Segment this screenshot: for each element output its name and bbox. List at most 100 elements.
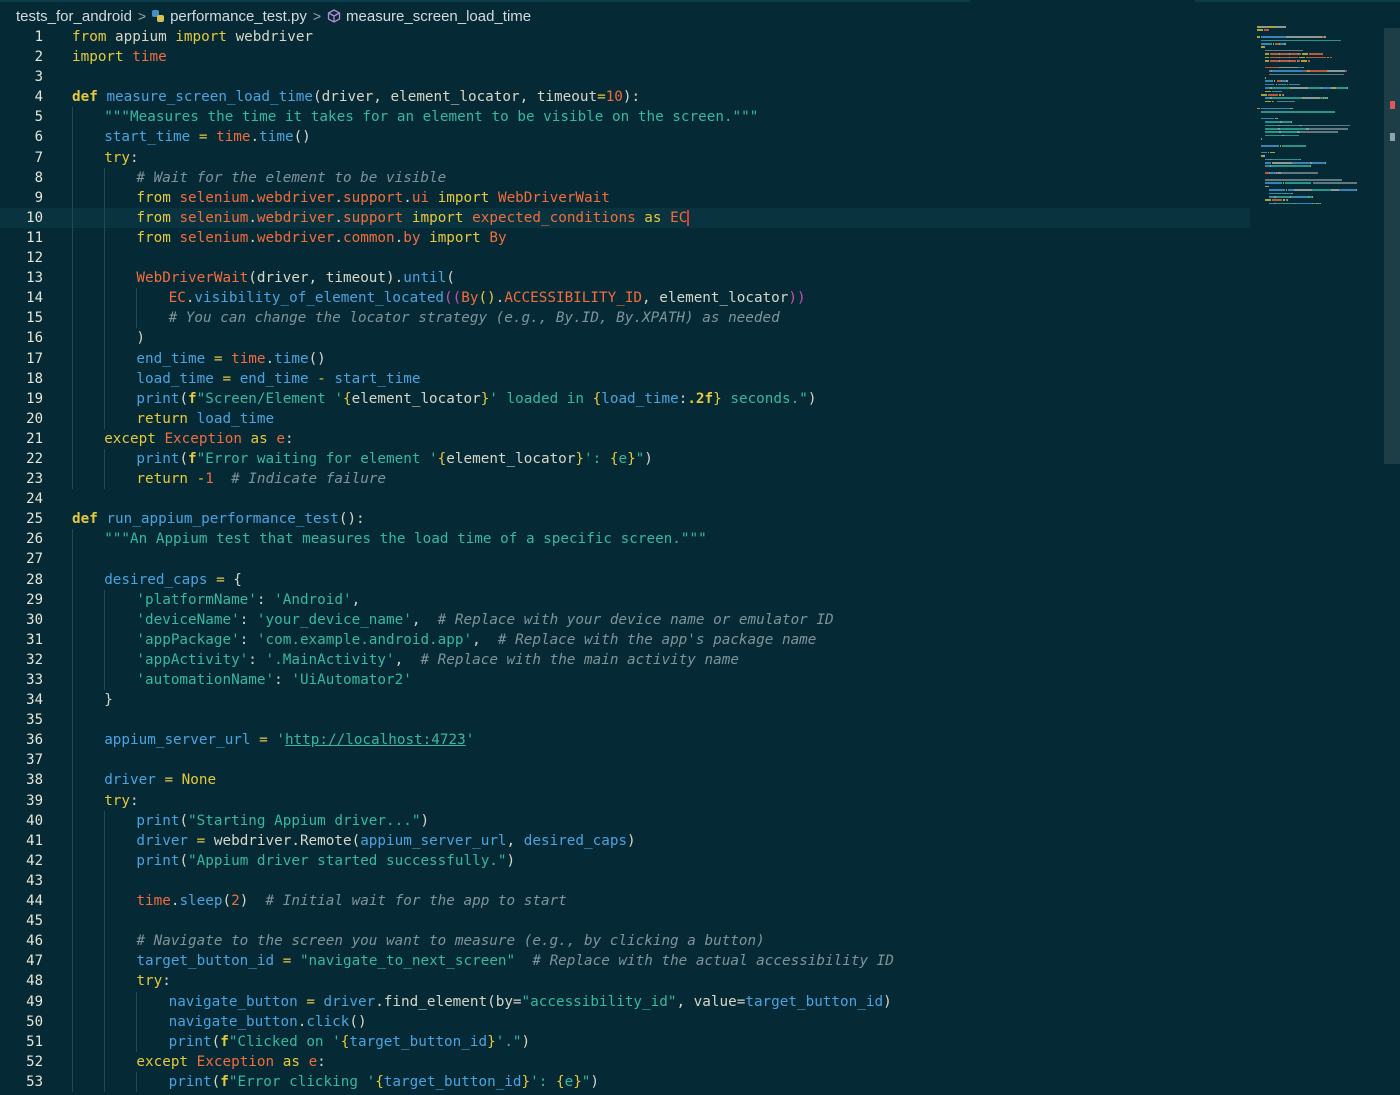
code-line[interactable]: 27 bbox=[0, 549, 1250, 570]
code-line[interactable]: 6 start_time = time.time() bbox=[0, 127, 1250, 148]
text-cursor: EC bbox=[670, 209, 690, 226]
code-line[interactable]: 40 print("Starting Appium driver...") bbox=[0, 810, 1250, 831]
code-line[interactable]: 21 except Exception as e: bbox=[0, 428, 1250, 449]
minimap-token bbox=[1265, 60, 1270, 62]
token: = bbox=[164, 772, 174, 789]
indent-guide bbox=[104, 167, 106, 188]
code-editor[interactable]: tests_for_android > performance_test.py … bbox=[0, 0, 1400, 1095]
indent-guide bbox=[72, 730, 73, 751]
code-line[interactable]: 38 driver = None bbox=[0, 770, 1250, 791]
minimap-token bbox=[1275, 117, 1278, 120]
code-line[interactable]: 1 from appium import webdriver bbox=[0, 27, 1250, 47]
token: import bbox=[429, 229, 481, 246]
code-line[interactable]: 53 print(f"Error clicking '{target_button… bbox=[0, 1071, 1250, 1092]
line-number: 42 bbox=[26, 852, 43, 869]
indent-guide bbox=[104, 308, 106, 329]
code-line[interactable]: 46 # Navigate to the screen you want to m… bbox=[0, 931, 1250, 952]
code-line[interactable]: 35 bbox=[0, 710, 1250, 731]
code-line[interactable]: 39 try: bbox=[0, 790, 1250, 811]
breadcrumb-symbol[interactable]: measure_screen_load_time bbox=[346, 8, 531, 25]
token: start_time bbox=[334, 370, 421, 387]
token: () bbox=[293, 129, 311, 146]
indent-guide bbox=[72, 629, 73, 650]
code-line[interactable]: 7 try: bbox=[0, 147, 1250, 168]
indent-guide bbox=[104, 649, 106, 670]
line-number: 43 bbox=[26, 872, 43, 889]
code-line[interactable]: 25 def run_appium_performance_test(): bbox=[0, 509, 1250, 529]
token: # Replace with the actual accessibility … bbox=[532, 953, 894, 970]
code-line[interactable]: 10 from selenium.webdriver.support import… bbox=[0, 207, 1250, 228]
token: until bbox=[403, 270, 447, 287]
code-line[interactable]: 17 end_time = time.time() bbox=[0, 348, 1250, 369]
code-line[interactable]: 37 bbox=[0, 750, 1250, 771]
code-line[interactable]: 14 EC.visibility_of_element_located((By()… bbox=[0, 288, 1250, 309]
code-line[interactable]: 33 'automationName': 'UiAutomator2' bbox=[0, 670, 1250, 691]
minimap-token bbox=[1265, 90, 1272, 93]
indent-guide bbox=[136, 991, 138, 1012]
indent-guide bbox=[72, 911, 73, 932]
code-line[interactable]: 42 print("Appium driver started successfu… bbox=[0, 850, 1250, 871]
token: = bbox=[597, 89, 606, 106]
token: # Navigate to the screen you want to mea… bbox=[136, 933, 765, 950]
indent-guide bbox=[72, 248, 73, 269]
code-line[interactable]: 18 load_time = end_time - start_time bbox=[0, 368, 1250, 389]
token: . bbox=[403, 189, 412, 206]
code-line[interactable]: 48 try: bbox=[0, 971, 1250, 992]
code-line[interactable]: 20 return load_time bbox=[0, 408, 1250, 429]
code-line[interactable]: 50 navigate_button.click() bbox=[0, 1011, 1250, 1032]
code-line[interactable]: 24 bbox=[0, 489, 1250, 509]
code-line[interactable]: 44 time.sleep(2) # Initial wait for the a… bbox=[0, 891, 1250, 912]
token: } bbox=[487, 1033, 496, 1050]
token: "Appium driver started successfully." bbox=[188, 852, 507, 869]
code-line[interactable]: 16) bbox=[0, 328, 1250, 349]
code-line[interactable]: 51 print(f"Clicked on '{target_button_id}… bbox=[0, 1031, 1250, 1052]
code-area[interactable]: 1 from appium import webdriver 2 import tim… bbox=[0, 27, 1250, 1092]
indent-guide bbox=[72, 971, 73, 992]
code-line[interactable]: 22 print(f"Error waiting for element '{el… bbox=[0, 448, 1250, 470]
code-line[interactable]: 12 bbox=[0, 248, 1250, 269]
token: : bbox=[130, 792, 139, 809]
indent-guide bbox=[72, 690, 73, 711]
code-line[interactable]: 31 'appPackage': 'com.example.android.app… bbox=[0, 629, 1250, 650]
code-line[interactable]: 36 appium_server_url = 'http://localhost:… bbox=[0, 730, 1250, 751]
breadcrumb-folder[interactable]: tests_for_android bbox=[16, 8, 132, 25]
code-line[interactable]: 8 # Wait for the element to be visible bbox=[0, 167, 1250, 188]
minimap-token bbox=[1273, 100, 1275, 103]
code-line[interactable]: 23 return -1 # Indicate failure bbox=[0, 469, 1250, 490]
code-line[interactable]: 4 def measure_screen_load_time(driver, el… bbox=[0, 87, 1250, 107]
code-line[interactable]: 26 """An Appium test that measures the lo… bbox=[0, 529, 1250, 550]
code-line[interactable]: 30 'deviceName': 'your_device_name', # Re… bbox=[0, 609, 1250, 630]
vertical-scrollbar[interactable] bbox=[1384, 28, 1400, 464]
code-line[interactable]: 34} bbox=[0, 690, 1250, 711]
code-line[interactable]: 52 except Exception as e: bbox=[0, 1051, 1250, 1072]
code-line[interactable]: 13 WebDriverWait(driver, timeout).until( bbox=[0, 268, 1250, 289]
minimap-token bbox=[1261, 94, 1268, 96]
code-line[interactable]: 11 from selenium.webdriver.common.by impo… bbox=[0, 227, 1250, 249]
code-line[interactable]: 15 # You can change the locator strategy … bbox=[0, 308, 1250, 329]
indent-guide bbox=[104, 368, 106, 389]
method-cube-icon bbox=[327, 9, 341, 23]
code-line[interactable]: 49 navigate_button = driver.find_element(… bbox=[0, 991, 1250, 1012]
token: . bbox=[248, 229, 257, 246]
code-line[interactable]: 47 target_button_id = "navigate_to_next_s… bbox=[0, 951, 1250, 972]
token: ' bbox=[465, 732, 475, 749]
code-line[interactable]: 43 bbox=[0, 870, 1250, 892]
code-line[interactable]: 32 'appActivity': '.MainActivity', # Repl… bbox=[0, 649, 1250, 670]
indent-guide bbox=[72, 1071, 73, 1092]
code-line[interactable]: 45 bbox=[0, 911, 1250, 932]
code-line[interactable]: 2 import time bbox=[0, 47, 1250, 67]
code-line[interactable]: 5 """Measures the time it takes for an el… bbox=[0, 107, 1250, 128]
code-line[interactable]: 9 from selenium.webdriver.support.ui impo… bbox=[0, 187, 1250, 208]
minimap[interactable] bbox=[1252, 26, 1387, 206]
minimap-token bbox=[1312, 196, 1314, 198]
breadcrumb-file[interactable]: performance_test.py bbox=[170, 8, 307, 25]
code-line[interactable]: 28 desired_caps = { bbox=[0, 569, 1250, 590]
code-line[interactable]: 29 'platformName': 'Android', bbox=[0, 589, 1250, 610]
code-line[interactable]: 41 driver = webdriver.Remote(appium_serve… bbox=[0, 830, 1250, 851]
code-line[interactable]: 19 print(f"Screen/Element '{element_locat… bbox=[0, 388, 1250, 409]
minimap-token bbox=[1309, 128, 1348, 130]
line-number: 36 bbox=[26, 732, 43, 749]
code-line[interactable]: 3 bbox=[0, 67, 1250, 87]
